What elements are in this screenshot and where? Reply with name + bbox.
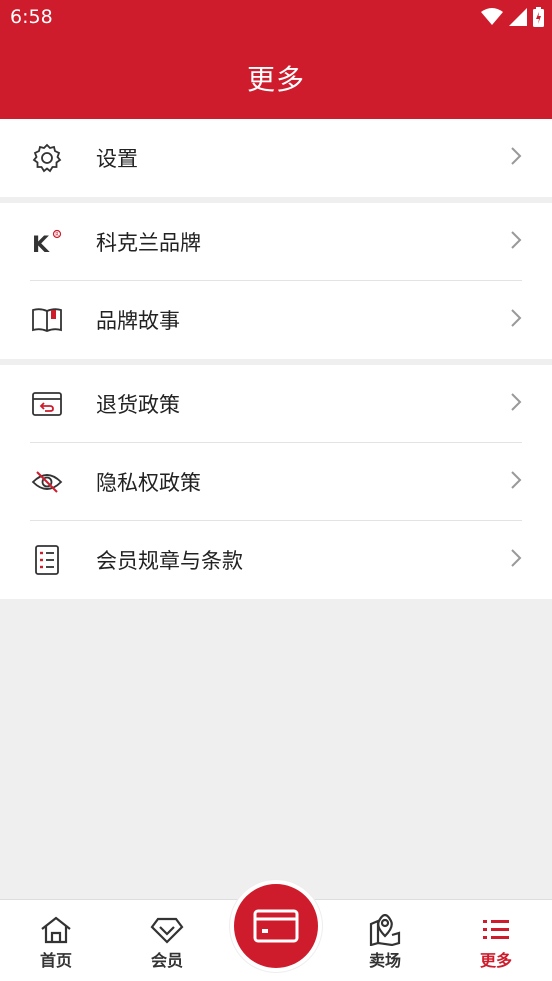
wifi-icon — [481, 8, 503, 25]
diamond-icon — [127, 914, 207, 946]
battery-icon — [533, 7, 544, 27]
tab-stores-label: 卖场 — [368, 951, 401, 970]
tab-home-label: 首页 — [39, 951, 72, 970]
tab-member-label: 会员 — [150, 951, 183, 970]
tab-member[interactable]: 会员 — [127, 914, 207, 971]
card-icon — [253, 909, 299, 943]
tab-stores[interactable]: 卖场 — [345, 914, 425, 971]
signal-icon — [509, 8, 527, 26]
app-header: 6:58 更多 — [0, 0, 552, 119]
page-title: 更多 — [246, 63, 305, 96]
brand-story-label: 品牌故事 — [96, 309, 180, 333]
svg-text:K: K — [32, 233, 50, 256]
return-policy-row[interactable]: 退货政策 — [0, 365, 552, 443]
eye-off-icon — [30, 465, 64, 499]
brand-story-row[interactable]: 品牌故事 — [0, 281, 552, 359]
svg-text:R: R — [55, 232, 59, 238]
chevron-right-icon — [510, 470, 522, 494]
chevron-right-icon — [510, 230, 522, 254]
map-pin-icon — [345, 914, 425, 946]
member-terms-label: 会员规章与条款 — [96, 549, 243, 573]
settings-row[interactable]: 设置 — [0, 119, 552, 197]
return-policy-label: 退货政策 — [96, 393, 180, 417]
brand-k-logo-icon: K R — [30, 225, 64, 259]
settings-group: 设置 — [0, 119, 552, 197]
policy-group: 退货政策 隐私权政策 会员规章与条款 — [0, 365, 552, 599]
member-terms-row[interactable]: 会员规章与条款 — [0, 521, 552, 599]
return-box-icon — [30, 387, 64, 421]
tab-home[interactable]: 首页 — [16, 914, 96, 971]
gear-icon — [30, 141, 64, 175]
status-time: 6:58 — [10, 6, 53, 28]
brand-row[interactable]: K R 科克兰品牌 — [0, 203, 552, 281]
privacy-policy-label: 隐私权政策 — [96, 471, 201, 495]
home-icon — [16, 914, 96, 946]
brand-label: 科克兰品牌 — [96, 231, 201, 255]
tab-more[interactable]: 更多 — [456, 914, 536, 971]
chevron-right-icon — [510, 548, 522, 572]
book-icon — [30, 303, 64, 337]
privacy-policy-row[interactable]: 隐私权政策 — [0, 443, 552, 521]
brand-group: K R 科克兰品牌 品牌故事 — [0, 203, 552, 359]
status-icons — [481, 7, 544, 27]
list-icon — [456, 914, 536, 946]
member-card-button[interactable] — [230, 880, 322, 972]
chevron-right-icon — [510, 392, 522, 416]
checklist-icon — [30, 543, 64, 577]
chevron-right-icon — [510, 146, 522, 170]
chevron-right-icon — [510, 308, 522, 332]
tab-more-label: 更多 — [479, 951, 512, 970]
settings-label: 设置 — [96, 147, 138, 171]
